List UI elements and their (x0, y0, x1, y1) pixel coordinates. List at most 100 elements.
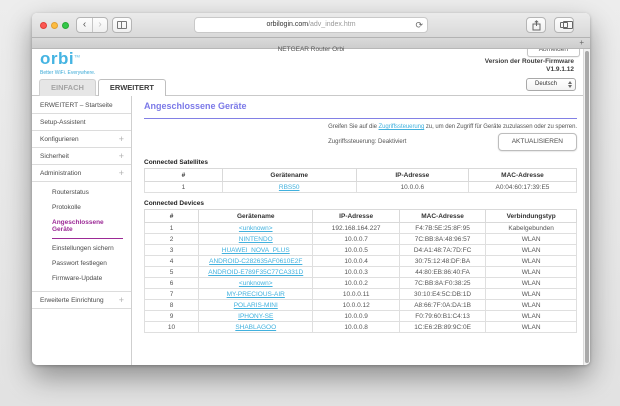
table-cell: WLAN (485, 288, 577, 300)
forward-button[interactable]: › (92, 18, 107, 32)
table-cell: 1 (144, 181, 223, 193)
table-cell: WLAN (485, 299, 577, 311)
url-path: /adv_index.htm (308, 21, 356, 28)
table-cell: HUAWEI_NOVA_PLUS (197, 244, 314, 256)
language-selected-value: Deutsch (535, 81, 558, 87)
table-cell: <unknown> (197, 222, 314, 234)
table-header-row: # Gerätename IP-Adresse MAC-Adresse Verbindu… (144, 209, 577, 223)
table-cell: 10.0.0.3 (312, 266, 400, 278)
sidebar-item-angeschlossene-geräte[interactable]: Angeschlossene Geräte (52, 215, 123, 239)
column-header: Verbindungstyp (485, 209, 577, 223)
sidebar-item-routerstatus[interactable]: Routerstatus (52, 185, 123, 200)
page-body: ERWEITERT – Startseite Setup-Assistent Kon… (32, 96, 590, 365)
device-name-link[interactable]: ANDROID-E789F35C77CA331D (208, 269, 303, 276)
zoom-window-button[interactable] (62, 22, 69, 29)
share-button[interactable] (526, 17, 546, 33)
address-bar[interactable]: orbilogin.com/adv_index.htm ⟳ (194, 17, 428, 33)
page-scrollbar[interactable] (583, 49, 590, 365)
table-cell: 10.0.0.2 (312, 277, 400, 289)
table-cell: 10.0.0.12 (312, 299, 400, 311)
scrollbar-thumb[interactable] (585, 51, 589, 363)
new-tab-button[interactable]: + (579, 38, 584, 48)
table-cell: 1C:E6:2B:89:9C:0E (398, 321, 487, 333)
device-name-link[interactable]: RBS50 (279, 184, 300, 191)
sidebar-toggle-button[interactable] (112, 17, 132, 33)
table-cell: WLAN (485, 233, 577, 245)
table-row: 9 IPHONY-SE 10.0.0.9 F0:79:60:B1:C4:13 WLAN (144, 310, 577, 322)
browser-toolbar: ‹ › orbilogin.com/adv_index.htm ⟳ (32, 13, 590, 38)
table-cell: WLAN (485, 255, 577, 267)
back-button[interactable]: ‹ (77, 18, 92, 32)
tab-erweitert[interactable]: ERWEITERT (97, 79, 166, 96)
table-cell: F0:79:60:B1:C4:13 (398, 310, 487, 322)
table-cell: 2 (144, 233, 199, 245)
table-row: 6 <unknown> 10.0.0.2 7C:BB:8A:F0:38:25 WLAN (144, 277, 577, 289)
table-cell: POLARIS-MINI (197, 299, 314, 311)
status-row: Zugriffssteuerung: Deaktiviert AKTUALISI… (328, 133, 577, 151)
show-all-tabs-button[interactable] (554, 17, 574, 33)
reload-icon[interactable]: ⟳ (415, 18, 423, 32)
sidebar-item-erweitert-startseite[interactable]: ERWEITERT – Startseite (32, 97, 131, 114)
device-name-link[interactable]: POLARIS-MINI (234, 302, 278, 309)
device-name-link[interactable]: <unknown> (239, 225, 273, 232)
column-header: IP-Adresse (355, 168, 469, 182)
table-cell: WLAN (485, 244, 577, 256)
access-control-note: Greifen Sie auf die Zugriffssteuerung zu… (328, 124, 577, 151)
table-cell: 1 (144, 222, 199, 234)
device-name-link[interactable]: IPHONY-SE (238, 313, 273, 320)
device-name-link[interactable]: MY-PRECIOUS-AIR (227, 291, 285, 298)
sidebar-item-sicherheit[interactable]: Sicherheit + (32, 148, 131, 165)
column-header: Gerätename (197, 209, 314, 223)
page-content: Abmelden orbiTM Better WiFi. Everywhere.… (32, 42, 590, 365)
sidebar-item-administration[interactable]: Administration + (32, 165, 131, 182)
minimize-window-button[interactable] (51, 22, 58, 29)
device-name-link[interactable]: HUAWEI_NOVA_PLUS (222, 247, 290, 254)
column-header: MAC-Adresse (398, 209, 487, 223)
table-cell: 10.0.0.8 (312, 321, 400, 333)
device-name-link[interactable]: <unknown> (239, 280, 273, 287)
table-cell: F4:7B:5E:25:8F:95 (398, 222, 487, 234)
table-cell: A8:66:7F:0A:DA:1B (398, 299, 487, 311)
logo-tagline: Better WiFi. Everywhere. (40, 70, 96, 76)
table-cell: NINTENDO (197, 233, 314, 245)
note-suffix: zu, um den Zugriff für Geräte zuzulassen… (424, 124, 577, 130)
table-cell: 10 (144, 321, 199, 333)
table-cell: 8 (144, 299, 199, 311)
sidebar-item-label: Konfigurieren (40, 135, 79, 143)
browser-tab-title[interactable]: NETGEAR Router Orbi (278, 46, 345, 53)
table-cell: WLAN (485, 321, 577, 333)
device-name-link[interactable]: ANDROID-C282635AF0610E2F (209, 258, 302, 265)
main-content: Angeschlossene Geräte Greifen Sie auf di… (132, 96, 590, 365)
sidebar-item-setup-assistent[interactable]: Setup-Assistent (32, 114, 131, 131)
share-icon (532, 19, 540, 30)
devices-table: # Gerätename IP-Adresse MAC-Adresse Verbindu… (144, 209, 577, 333)
sidebar-nav: ERWEITERT – Startseite Setup-Assistent Kon… (32, 96, 132, 365)
sidebar-item-erweiterte-einrichtung[interactable]: Erweiterte Einrichtung + (32, 292, 131, 309)
refresh-button[interactable]: AKTUALISIEREN (497, 133, 577, 151)
close-window-button[interactable] (40, 22, 47, 29)
language-select[interactable]: Deutsch (526, 78, 576, 91)
sidebar-item-protokolle[interactable]: Protokolle (52, 200, 123, 215)
device-name-link[interactable]: NINTENDO (239, 236, 273, 243)
sidebar-item-label: Setup-Assistent (40, 118, 86, 126)
table-row: 5 ANDROID-E789F35C77CA331D 10.0.0.3 44:80:E… (144, 266, 577, 278)
history-nav-group: ‹ › (76, 17, 108, 33)
sidebar-item-konfigurieren[interactable]: Konfigurieren + (32, 131, 131, 148)
desktop: { "browser": { "url_domain": "orbilogin.… (0, 0, 620, 406)
device-name-link[interactable]: SHABLAGOO (235, 324, 276, 331)
sidebar-item-einstellungen-sichern[interactable]: Einstellungen sichern (52, 241, 123, 256)
table-cell: 30:10:E4:5C:DB:1D (398, 288, 487, 300)
sidebar-item-passwort-festlegen[interactable]: Passwort festlegen (52, 256, 123, 271)
table-cell: 6 (144, 277, 199, 289)
sidebar-item-firmware-update[interactable]: Firmware-Update (52, 271, 123, 286)
table-row: 7 MY-PRECIOUS-AIR 10.0.0.11 30:10:E4:5C:DB:… (144, 288, 577, 300)
devices-table-label: Connected Devices (144, 200, 204, 207)
table-row: 10 SHABLAGOO 10.0.0.8 1C:E6:2B:89:9C:0E WLAN (144, 321, 577, 333)
access-control-link[interactable]: Zugriffssteuerung (379, 124, 425, 130)
table-cell: RBS50 (221, 181, 357, 193)
table-cell: A0:04:60:17:39:E5 (467, 181, 578, 193)
table-cell: <unknown> (197, 277, 314, 289)
tab-einfach[interactable]: EINFACH (39, 79, 96, 96)
table-cell: 7 (144, 288, 199, 300)
column-header: IP-Adresse (312, 209, 400, 223)
